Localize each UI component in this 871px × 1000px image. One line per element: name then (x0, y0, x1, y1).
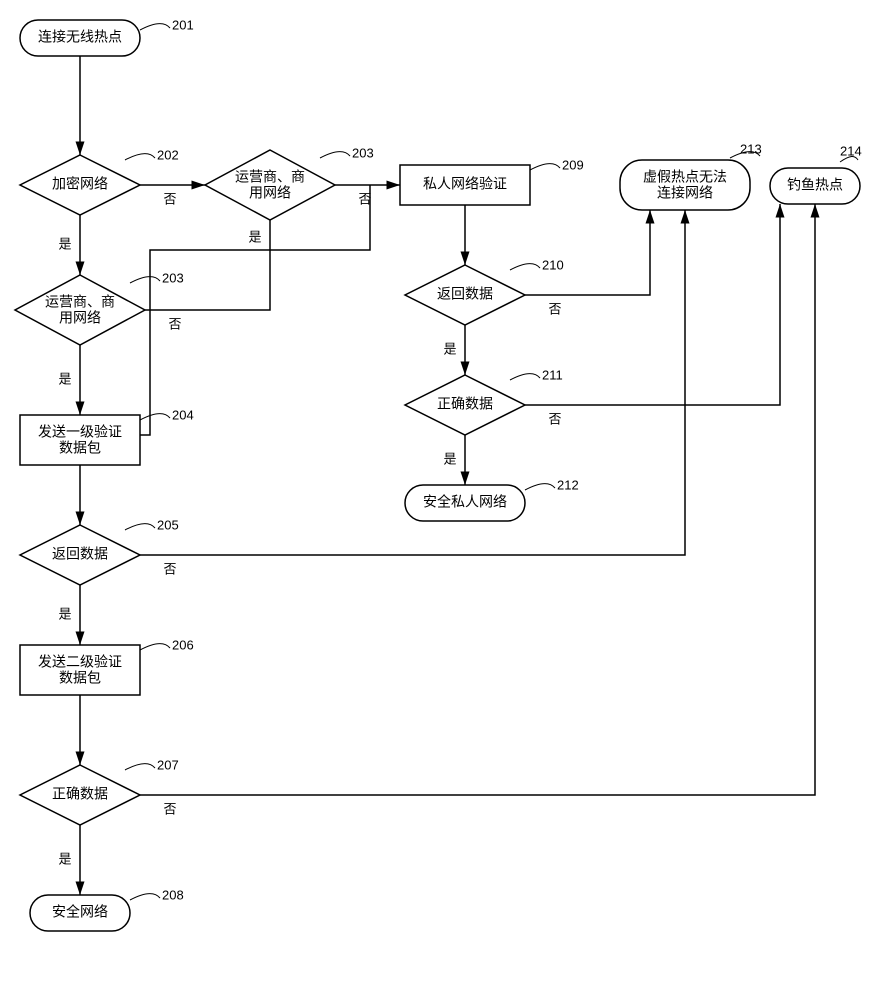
svg-text:211: 211 (542, 367, 563, 382)
svg-text:用网络: 用网络 (59, 310, 101, 326)
svg-text:数据包: 数据包 (59, 670, 101, 686)
svg-text:正确数据: 正确数据 (437, 396, 493, 412)
node-send-level2-verify: 发送二级验证 数据包 206 (20, 637, 194, 695)
svg-text:连接无线热点: 连接无线热点 (38, 29, 122, 45)
svg-text:返回数据: 返回数据 (437, 286, 493, 302)
svg-text:214: 214 (840, 143, 862, 158)
svg-text:212: 212 (557, 477, 579, 492)
svg-text:私人网络验证: 私人网络验证 (423, 176, 507, 192)
svg-text:运营商、商: 运营商、商 (45, 294, 115, 310)
node-secure-private-network: 安全私人网络 212 (405, 477, 579, 521)
svg-text:203: 203 (162, 270, 184, 285)
svg-text:213: 213 (740, 141, 762, 156)
svg-text:虚假热点无法: 虚假热点无法 (643, 169, 727, 185)
svg-text:203: 203 (352, 145, 374, 160)
node-operator-commercial-top: 运营商、商 用网络 203 (205, 145, 374, 220)
node-return-data-right: 返回数据 210 (405, 257, 564, 325)
svg-text:运营商、商: 运营商、商 (235, 169, 305, 185)
node-phishing-hotspot: 钓鱼热点 214 (770, 143, 862, 204)
node-operator-commercial-left: 运营商、商 用网络 203 (15, 270, 184, 345)
edge (125, 220, 270, 435)
edge-label-no: 否 (548, 301, 561, 316)
node-return-data-left: 返回数据 205 (20, 517, 179, 585)
edge-label-yes: 是 (58, 371, 71, 386)
node-connect-wifi: 连接无线热点 201 (20, 17, 194, 56)
svg-text:连接网络: 连接网络 (657, 185, 713, 201)
node-fake-hotspot: 虚假热点无法 连接网络 213 (620, 141, 762, 210)
svg-text:钓鱼热点: 钓鱼热点 (787, 177, 843, 193)
svg-text:安全网络: 安全网络 (52, 904, 108, 920)
node-correct-data-right: 正确数据 211 (405, 367, 563, 435)
edge (525, 204, 780, 405)
svg-text:正确数据: 正确数据 (52, 786, 108, 802)
edge-label-yes: 是 (248, 229, 261, 244)
edge-label-no: 否 (163, 801, 176, 816)
svg-text:发送二级验证: 发送二级验证 (38, 654, 122, 670)
svg-text:发送一级验证: 发送一级验证 (38, 424, 122, 440)
edge-label-yes: 是 (58, 236, 71, 251)
svg-text:用网络: 用网络 (249, 185, 291, 201)
edge-label-yes: 是 (443, 451, 456, 466)
svg-text:204: 204 (172, 407, 194, 422)
svg-text:加密网络: 加密网络 (52, 176, 108, 192)
svg-text:207: 207 (157, 757, 179, 772)
svg-text:202: 202 (157, 147, 179, 162)
node-correct-data-left: 正确数据 207 (20, 757, 179, 825)
svg-text:安全私人网络: 安全私人网络 (423, 494, 507, 510)
node-encrypted-network: 加密网络 202 (20, 147, 179, 215)
edge-label-no: 否 (168, 316, 181, 331)
node-secure-network: 安全网络 208 (30, 887, 184, 931)
edge (525, 210, 650, 295)
node-private-network-verify: 私人网络验证 209 (400, 157, 584, 205)
flowchart-diagram: 连接无线热点 201 加密网络 202 否 运营商、商 用网络 203 否 私人… (0, 0, 871, 1000)
svg-text:206: 206 (172, 637, 194, 652)
edge-label-yes: 是 (58, 606, 71, 621)
edge-label-no: 否 (163, 191, 176, 206)
edge-label-yes: 是 (443, 341, 456, 356)
svg-text:数据包: 数据包 (59, 440, 101, 456)
svg-text:208: 208 (162, 887, 184, 902)
edge-label-no: 否 (548, 411, 561, 426)
svg-text:205: 205 (157, 517, 179, 532)
edge-label-no: 否 (163, 561, 176, 576)
svg-text:210: 210 (542, 257, 564, 272)
svg-text:返回数据: 返回数据 (52, 546, 108, 562)
node-send-level1-verify: 发送一级验证 数据包 204 (20, 407, 194, 465)
svg-text:209: 209 (562, 157, 584, 172)
edge-label-yes: 是 (58, 851, 71, 866)
svg-text:201: 201 (172, 17, 194, 32)
